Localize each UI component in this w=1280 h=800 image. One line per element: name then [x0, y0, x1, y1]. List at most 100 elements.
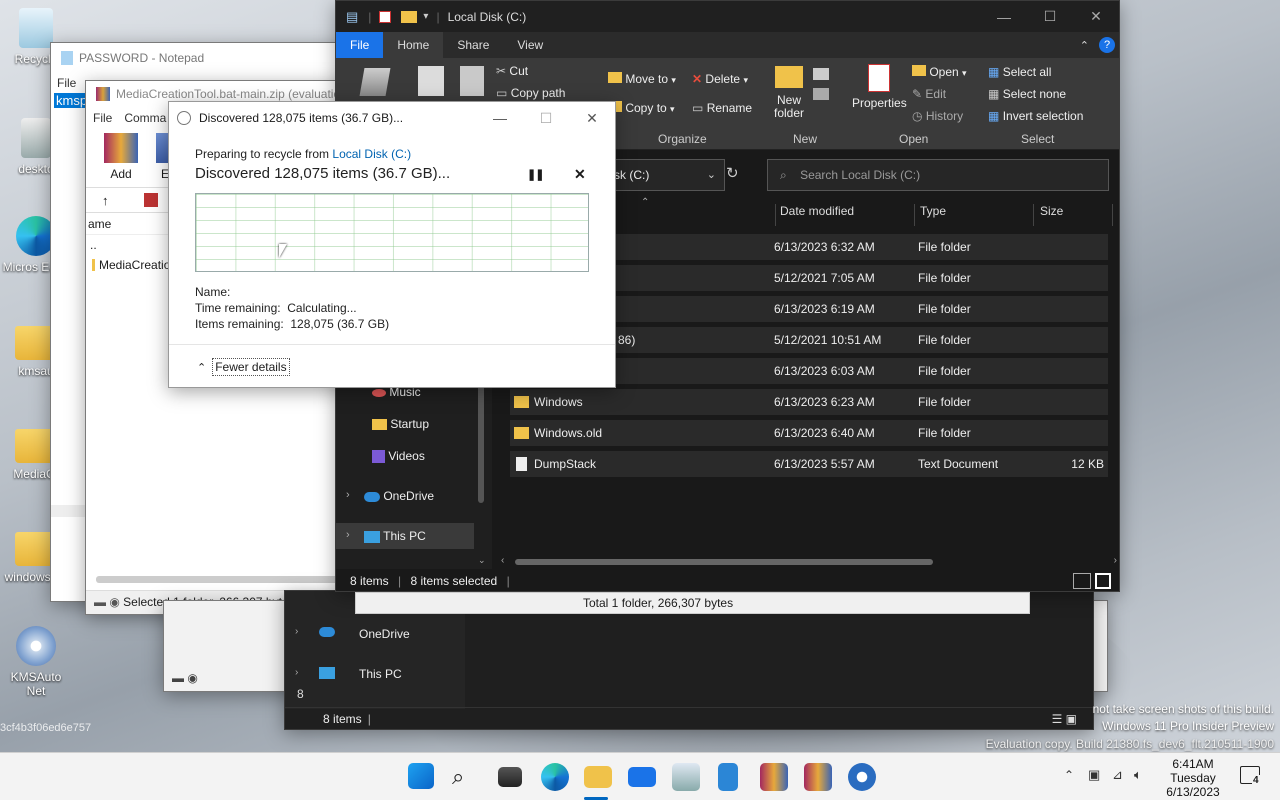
tab-home[interactable]: Home	[383, 32, 444, 58]
start-icon[interactable]	[408, 763, 434, 789]
chevron-right-icon[interactable]: ›	[346, 529, 350, 541]
nav-this-pc[interactable]: This PC	[359, 667, 402, 681]
wifi-icon[interactable]: ⊿	[1112, 767, 1123, 783]
chevron-up-icon[interactable]: ⌃	[1064, 768, 1074, 782]
new-folder-button[interactable]: New folder	[773, 66, 805, 120]
help-icon[interactable]: ?	[1099, 37, 1115, 53]
mouse-cursor	[279, 244, 287, 258]
tab-share[interactable]: Share	[443, 32, 503, 58]
winrar-menu-commands[interactable]: Comma	[124, 107, 166, 129]
chevron-down-icon[interactable]: ⌄	[707, 160, 716, 190]
nav-onedrive[interactable]: OneDrive	[364, 489, 434, 503]
search-input[interactable]: ⌕ Search Local Disk (C:)	[767, 159, 1109, 191]
tab-file[interactable]: File	[336, 32, 384, 58]
remote-desktop-icon[interactable]	[672, 763, 700, 791]
copy-path-button[interactable]: ▭ Copy path	[496, 86, 565, 100]
chevron-down-icon[interactable]: ▾	[423, 11, 428, 22]
new-item-icon[interactable]	[813, 68, 829, 80]
source-link[interactable]: Local Disk (C:)	[332, 147, 411, 161]
settings-gear-icon[interactable]	[848, 763, 876, 791]
select-none-button[interactable]: ▦ Select none	[988, 87, 1066, 101]
notepad-selected-text[interactable]: kmsp	[54, 93, 90, 108]
table-row[interactable]: Windows 6/13/2023 6:23 AM File folder	[510, 389, 1108, 415]
dialog-minimize-button[interactable]: —	[477, 103, 523, 133]
minimize-button[interactable]: —	[981, 2, 1027, 32]
copy-to-button[interactable]: Copy to ▾	[608, 101, 675, 115]
search-icon[interactable]: ⌕	[452, 763, 480, 791]
winrar-menu-file[interactable]: File	[93, 107, 112, 129]
dialog-close-button[interactable]: ✕	[569, 103, 615, 133]
refresh-icon[interactable]: ↻	[726, 164, 739, 182]
volume-muted-icon[interactable]: 🔈︎	[1134, 767, 1142, 783]
invert-selection-button[interactable]: ▦ Invert selection	[988, 109, 1083, 123]
history-button[interactable]: ◷ History	[912, 109, 963, 123]
scissors-icon: ✂	[496, 64, 507, 78]
close-button[interactable]: ✕	[1073, 2, 1119, 32]
network-icon[interactable]: ▣	[1088, 767, 1100, 783]
scroll-down-icon[interactable]: ⌄	[478, 555, 486, 566]
desktop-icon-kmsauto-net[interactable]: KMSAuto Net	[0, 626, 72, 698]
chevron-right-icon[interactable]: ›	[295, 667, 298, 678]
explorer-titlebar[interactable]: ▤ | ▾ | Local Disk (C:) — ☐ ✕	[336, 1, 1119, 32]
rename-icon: ▭	[692, 101, 704, 115]
file-explorer-icon[interactable]	[584, 766, 612, 788]
nav-startup[interactable]: Startup	[372, 417, 429, 431]
winrar-icon[interactable]	[760, 763, 788, 791]
chevron-right-icon[interactable]: ›	[346, 489, 350, 501]
pause-button[interactable]: ❚❚	[527, 168, 544, 181]
edge-icon[interactable]	[541, 763, 569, 791]
address-bar[interactable]: sk (C:) ⌄	[601, 159, 725, 191]
winrar-icon-2[interactable]	[804, 763, 832, 791]
dialog-maximize-button[interactable]: ☐	[523, 103, 569, 133]
mail-icon[interactable]	[628, 767, 656, 787]
view-toggle-icons[interactable]: ☰ ▣	[1052, 708, 1077, 729]
task-view-icon[interactable]	[498, 767, 522, 787]
open-button[interactable]: Open ▾	[912, 65, 967, 79]
explorer-back-statusbar: 8 items | ☰ ▣	[285, 707, 1093, 729]
winrar-add-button[interactable]: Add	[104, 133, 138, 181]
maximize-button[interactable]: ☐	[1027, 2, 1073, 32]
cut-button[interactable]: ✂ Cut	[496, 64, 528, 78]
rename-button[interactable]: ▭ Rename	[692, 101, 752, 115]
properties-button[interactable]: Properties	[852, 64, 907, 110]
table-row[interactable]: Windows.old 6/13/2023 6:40 AM File folder	[510, 420, 1108, 446]
nav-onedrive[interactable]: OneDrive	[359, 627, 410, 641]
easy-access-icon[interactable]	[813, 88, 829, 100]
tab-view[interactable]: View	[503, 32, 557, 58]
copy-icon[interactable]	[418, 66, 444, 96]
delete-button[interactable]: ✕ Delete ▾	[692, 72, 748, 86]
nav-this-pc[interactable]: This PC	[364, 529, 426, 543]
select-all-button[interactable]: ▦ Select all	[988, 65, 1051, 79]
column-size[interactable]: Size	[1033, 204, 1113, 226]
nav-videos[interactable]: Videos	[372, 449, 425, 464]
pin-icon[interactable]	[359, 68, 391, 96]
notepad-titlebar[interactable]: PASSWORD - Notepad	[51, 43, 349, 73]
winrar-title: MediaCreationTool.bat-main.zip (evaluati…	[116, 87, 341, 101]
chevron-up-icon[interactable]: ⌃	[1080, 39, 1089, 52]
up-arrow-icon[interactable]: ↑	[102, 193, 109, 208]
recycle-progress-dialog[interactable]: Discovered 128,075 items (36.7 GB)... — …	[168, 101, 616, 388]
large-icons-view-icon[interactable]	[1095, 573, 1111, 589]
column-date-modified[interactable]: Date modified	[775, 204, 854, 226]
cancel-button[interactable]: ✕	[574, 166, 586, 183]
notepad-menu-file[interactable]: File	[57, 76, 76, 90]
move-to-button[interactable]: Move to ▾	[608, 72, 676, 86]
new-folder-quick-icon[interactable]	[401, 10, 418, 23]
properties-quick-icon[interactable]	[379, 10, 392, 23]
winrar-horizontal-scrollbar[interactable]	[96, 576, 341, 583]
edit-button[interactable]: ✎ Edit	[912, 87, 946, 101]
scroll-right-icon[interactable]: ›	[1114, 555, 1117, 566]
clock[interactable]: 6:41AM Tuesday 6/13/2023	[1160, 757, 1226, 799]
notepad-icon[interactable]	[718, 763, 738, 791]
scrollbar-thumb[interactable]	[515, 559, 933, 565]
chevron-right-icon[interactable]: ›	[295, 626, 298, 637]
dialog-titlebar[interactable]: Discovered 128,075 items (36.7 GB)... — …	[169, 102, 615, 134]
details-view-icon[interactable]	[1073, 573, 1091, 589]
paste-icon[interactable]	[460, 66, 484, 96]
scroll-left-icon[interactable]: ‹	[501, 555, 504, 566]
fewer-details-button[interactable]: ⌃ Fewer details	[197, 358, 290, 376]
navpane-scrollbar[interactable]	[478, 383, 484, 503]
column-type[interactable]: Type	[914, 204, 946, 226]
table-row[interactable]: DumpStack 6/13/2023 5:57 AM Text Document 1…	[510, 451, 1108, 477]
file-horizontal-scrollbar[interactable]: ‹ ›	[501, 555, 1119, 567]
